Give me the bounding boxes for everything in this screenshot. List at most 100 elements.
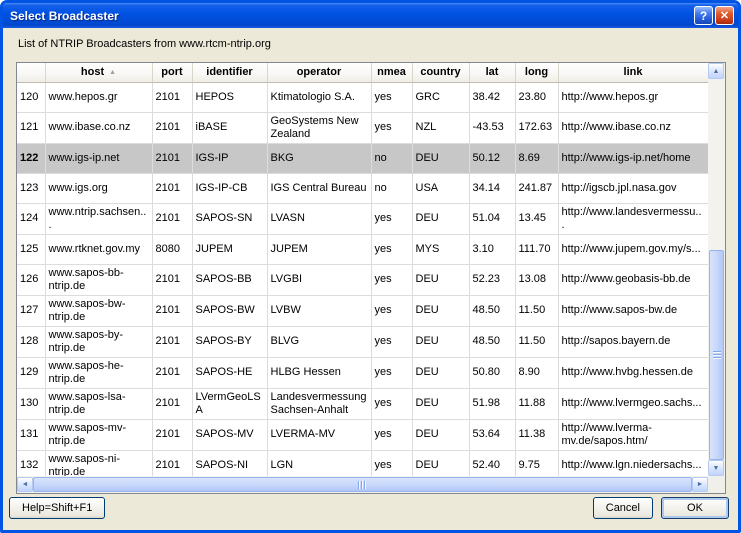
cell-link[interactable]: http://www.sapos-bw.de bbox=[558, 295, 708, 326]
scroll-right-button[interactable]: ► bbox=[692, 477, 708, 492]
cell-host[interactable]: www.sapos-mv-ntrip.de bbox=[45, 419, 152, 450]
cell-port[interactable]: 2101 bbox=[152, 295, 192, 326]
cell-port[interactable]: 2101 bbox=[152, 450, 192, 476]
cell-country[interactable]: DEU bbox=[412, 450, 469, 476]
scroll-down-button[interactable]: ▼ bbox=[708, 460, 724, 476]
table-row[interactable]: 127www.sapos-bw-ntrip.de2101SAPOS-BWLVBW… bbox=[17, 295, 708, 326]
cell-operator[interactable]: BKG bbox=[267, 143, 371, 173]
cell-lat[interactable]: -43.53 bbox=[469, 112, 515, 143]
cell-host[interactable]: www.igs.org bbox=[45, 173, 152, 203]
cell-operator[interactable]: LVASN bbox=[267, 203, 371, 234]
cell-port[interactable]: 2101 bbox=[152, 112, 192, 143]
row-number[interactable]: 126 bbox=[17, 264, 45, 295]
cell-port[interactable]: 2101 bbox=[152, 173, 192, 203]
table-row[interactable]: 123www.igs.org2101IGS-IP-CBIGS Central B… bbox=[17, 173, 708, 203]
column-header-port[interactable]: port bbox=[152, 63, 192, 82]
column-header-row-number[interactable] bbox=[17, 63, 45, 82]
cell-country[interactable]: GRC bbox=[412, 82, 469, 112]
cell-nmea[interactable]: no bbox=[371, 143, 412, 173]
cell-port[interactable]: 2101 bbox=[152, 357, 192, 388]
cell-identifier[interactable]: SAPOS-MV bbox=[192, 419, 267, 450]
cell-long[interactable]: 11.50 bbox=[515, 295, 558, 326]
cell-operator[interactable]: LGN bbox=[267, 450, 371, 476]
cell-link[interactable]: http://www.ibase.co.nz bbox=[558, 112, 708, 143]
cell-link[interactable]: http://igscb.jpl.nasa.gov bbox=[558, 173, 708, 203]
row-number[interactable]: 128 bbox=[17, 326, 45, 357]
cell-country[interactable]: MYS bbox=[412, 234, 469, 264]
cell-identifier[interactable]: SAPOS-SN bbox=[192, 203, 267, 234]
cell-country[interactable]: DEU bbox=[412, 203, 469, 234]
table-row[interactable]: 126www.sapos-bb-ntrip.de2101SAPOS-BBLVGB… bbox=[17, 264, 708, 295]
cell-nmea[interactable]: yes bbox=[371, 388, 412, 419]
cell-operator[interactable]: LVGBI bbox=[267, 264, 371, 295]
cell-port[interactable]: 2101 bbox=[152, 82, 192, 112]
cell-long[interactable]: 13.08 bbox=[515, 264, 558, 295]
cell-lat[interactable]: 50.12 bbox=[469, 143, 515, 173]
cell-identifier[interactable]: SAPOS-BY bbox=[192, 326, 267, 357]
cell-nmea[interactable]: yes bbox=[371, 419, 412, 450]
cell-country[interactable]: DEU bbox=[412, 388, 469, 419]
cell-long[interactable]: 9.75 bbox=[515, 450, 558, 476]
cell-operator[interactable]: HLBG Hessen bbox=[267, 357, 371, 388]
cell-link[interactable]: http://www.jupem.gov.my/s... bbox=[558, 234, 708, 264]
cell-link[interactable]: http://www.igs-ip.net/home bbox=[558, 143, 708, 173]
cell-nmea[interactable]: yes bbox=[371, 357, 412, 388]
cell-identifier[interactable]: SAPOS-HE bbox=[192, 357, 267, 388]
cell-country[interactable]: USA bbox=[412, 173, 469, 203]
cell-long[interactable]: 172.63 bbox=[515, 112, 558, 143]
cell-identifier[interactable]: IGS-IP-CB bbox=[192, 173, 267, 203]
cell-identifier[interactable]: LVermGeoLSA bbox=[192, 388, 267, 419]
horizontal-scroll-thumb[interactable] bbox=[33, 477, 692, 492]
cell-nmea[interactable]: yes bbox=[371, 112, 412, 143]
table-row[interactable]: 132www.sapos-ni-ntrip.de2101SAPOS-NILGNy… bbox=[17, 450, 708, 476]
cell-port[interactable]: 2101 bbox=[152, 264, 192, 295]
cell-lat[interactable]: 34.14 bbox=[469, 173, 515, 203]
close-button[interactable]: ✕ bbox=[715, 6, 734, 25]
cell-long[interactable]: 8.90 bbox=[515, 357, 558, 388]
cell-lat[interactable]: 38.42 bbox=[469, 82, 515, 112]
row-number[interactable]: 124 bbox=[17, 203, 45, 234]
cell-host[interactable]: www.sapos-he-ntrip.de bbox=[45, 357, 152, 388]
cell-port[interactable]: 8080 bbox=[152, 234, 192, 264]
cell-host[interactable]: www.ibase.co.nz bbox=[45, 112, 152, 143]
cell-nmea[interactable]: yes bbox=[371, 234, 412, 264]
cell-long[interactable]: 8.69 bbox=[515, 143, 558, 173]
table-row[interactable]: 124www.ntrip.sachsen...2101SAPOS-SNLVASN… bbox=[17, 203, 708, 234]
cell-lat[interactable]: 52.23 bbox=[469, 264, 515, 295]
row-number[interactable]: 131 bbox=[17, 419, 45, 450]
cell-operator[interactable]: Landesvermessung Sachsen-Anhalt bbox=[267, 388, 371, 419]
vertical-scroll-track[interactable] bbox=[708, 79, 725, 460]
horizontal-scroll-track[interactable] bbox=[33, 476, 692, 493]
vertical-scroll-thumb[interactable] bbox=[709, 250, 724, 460]
cell-link[interactable]: http://www.hepos.gr bbox=[558, 82, 708, 112]
cell-nmea[interactable]: yes bbox=[371, 295, 412, 326]
cell-identifier[interactable]: JUPEM bbox=[192, 234, 267, 264]
column-header-country[interactable]: country bbox=[412, 63, 469, 82]
cell-port[interactable]: 2101 bbox=[152, 203, 192, 234]
cell-country[interactable]: NZL bbox=[412, 112, 469, 143]
table-row[interactable]: 121www.ibase.co.nz2101iBASEGeoSystems Ne… bbox=[17, 112, 708, 143]
cell-long[interactable]: 241.87 bbox=[515, 173, 558, 203]
cell-lat[interactable]: 51.98 bbox=[469, 388, 515, 419]
cell-link[interactable]: http://www.geobasis-bb.de bbox=[558, 264, 708, 295]
scroll-left-button[interactable]: ◄ bbox=[17, 477, 33, 492]
titlebar[interactable]: Select Broadcaster ? ✕ bbox=[3, 3, 738, 28]
cell-host[interactable]: www.ntrip.sachsen... bbox=[45, 203, 152, 234]
cell-operator[interactable]: LVBW bbox=[267, 295, 371, 326]
cell-lat[interactable]: 48.50 bbox=[469, 326, 515, 357]
cell-identifier[interactable]: HEPOS bbox=[192, 82, 267, 112]
cell-host[interactable]: www.igs-ip.net bbox=[45, 143, 152, 173]
cell-link[interactable]: http://www.landesvermessu... bbox=[558, 203, 708, 234]
ok-button[interactable]: OK bbox=[661, 497, 729, 519]
cell-port[interactable]: 2101 bbox=[152, 419, 192, 450]
column-header-identifier[interactable]: identifier bbox=[192, 63, 267, 82]
cell-country[interactable]: DEU bbox=[412, 264, 469, 295]
cell-long[interactable]: 23.80 bbox=[515, 82, 558, 112]
cell-lat[interactable]: 50.80 bbox=[469, 357, 515, 388]
cell-nmea[interactable]: yes bbox=[371, 82, 412, 112]
cell-operator[interactable]: BLVG bbox=[267, 326, 371, 357]
cell-operator[interactable]: GeoSystems New Zealand bbox=[267, 112, 371, 143]
column-header-lat[interactable]: lat bbox=[469, 63, 515, 82]
cell-host[interactable]: www.sapos-by-ntrip.de bbox=[45, 326, 152, 357]
cell-link[interactable]: http://www.lvermgeo.sachs... bbox=[558, 388, 708, 419]
